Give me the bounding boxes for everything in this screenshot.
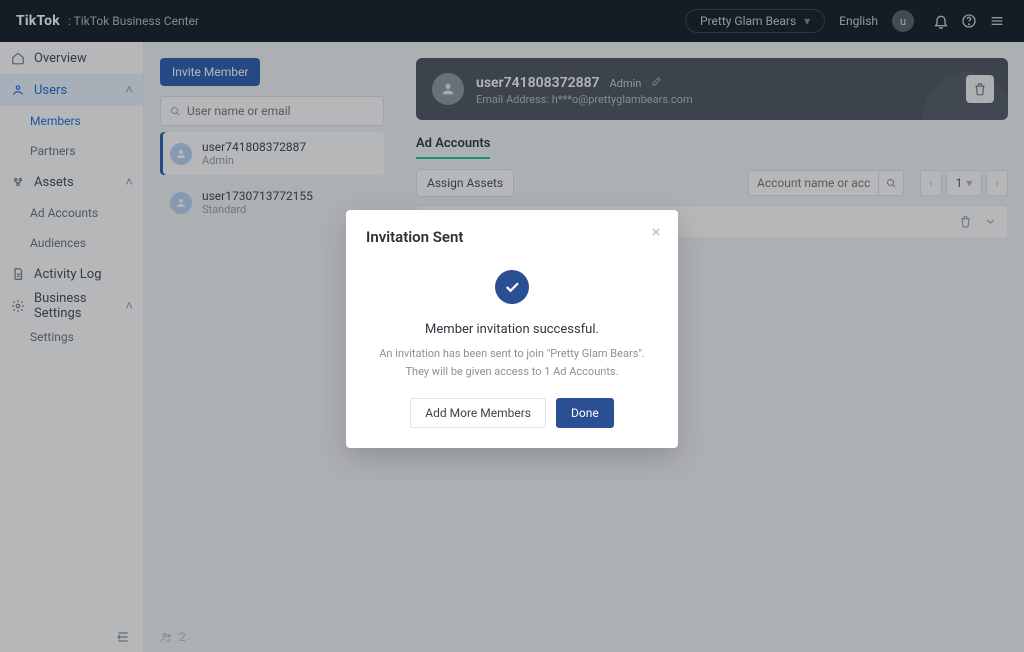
invitation-sent-modal: Invitation Sent Member invitation succes…	[346, 210, 678, 448]
modal-title: Invitation Sent	[366, 228, 658, 246]
done-button[interactable]: Done	[556, 398, 614, 428]
modal-subtext-2: They will be given access to 1 Ad Accoun…	[405, 363, 618, 381]
modal-subtext-1: An invitation has been sent to join "Pre…	[379, 345, 645, 363]
modal-message: Member invitation successful.	[425, 322, 599, 337]
close-icon[interactable]	[646, 222, 666, 242]
add-more-members-button[interactable]: Add More Members	[410, 398, 546, 428]
check-icon	[495, 270, 529, 304]
